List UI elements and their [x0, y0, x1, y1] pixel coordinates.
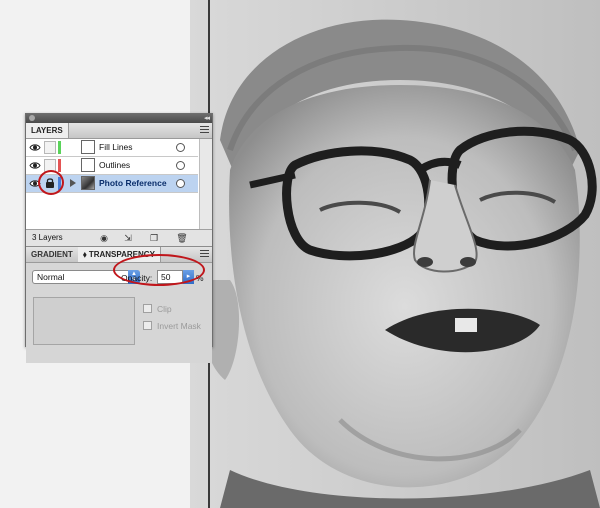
lock-toggle[interactable]	[44, 141, 56, 154]
photo-reference-image	[190, 0, 600, 508]
layer-thumbnail	[81, 158, 95, 172]
clip-checkbox[interactable]	[143, 304, 152, 313]
panel-titlebar[interactable]: ◂◂	[26, 114, 212, 123]
clipping-mask-icon[interactable]: ◉	[98, 232, 110, 244]
layer-thumbnail	[81, 176, 95, 190]
eye-icon[interactable]	[29, 160, 41, 171]
layer-thumbnail	[81, 140, 95, 154]
trash-icon[interactable]: 🗑	[176, 232, 188, 244]
invert-mask-checkbox[interactable]	[143, 321, 152, 330]
expand-triangle-icon[interactable]	[70, 179, 76, 187]
layer-count: 3 Layers	[32, 233, 63, 242]
target-icon[interactable]	[176, 143, 185, 152]
opacity-highlight-ring	[113, 254, 205, 286]
floating-panel[interactable]: ◂◂ LAYERS Fill Lines Outlines Photo Refe…	[25, 113, 213, 363]
target-icon[interactable]	[176, 179, 185, 188]
layer-name[interactable]: Photo Reference	[99, 178, 167, 188]
tab-layers[interactable]: LAYERS	[26, 123, 69, 138]
layers-tabrow: LAYERS	[26, 123, 212, 139]
new-layer-icon[interactable]: ❐	[148, 232, 160, 244]
panel-menu-icon[interactable]	[200, 250, 209, 258]
layer-list-scrollbar[interactable]	[199, 139, 212, 229]
blend-mode-value: Normal	[37, 272, 65, 282]
mask-preview[interactable]	[33, 297, 135, 345]
clip-label: Clip	[157, 304, 172, 314]
target-icon[interactable]	[176, 161, 185, 170]
layer-color-swatch	[58, 141, 61, 154]
invert-mask-label: Invert Mask	[157, 321, 201, 331]
close-icon[interactable]	[29, 115, 35, 121]
panel-menu-icon[interactable]	[200, 126, 209, 134]
layer-name[interactable]: Outlines	[99, 160, 130, 170]
layer-name[interactable]: Fill Lines	[99, 142, 133, 152]
layer-row-fill-lines[interactable]: Fill Lines	[26, 139, 198, 157]
layers-footer: 3 Layers ◉ ⇲ ❐ 🗑	[26, 230, 212, 247]
collapse-icon[interactable]: ◂◂	[204, 114, 210, 123]
document-canvas[interactable]	[190, 0, 600, 508]
tab-gradient[interactable]: GRADIENT	[26, 247, 79, 262]
eye-icon[interactable]	[29, 142, 41, 153]
lock-highlight-ring	[38, 170, 64, 195]
new-sublayer-icon[interactable]: ⇲	[122, 232, 134, 244]
layer-color-swatch	[58, 159, 61, 172]
